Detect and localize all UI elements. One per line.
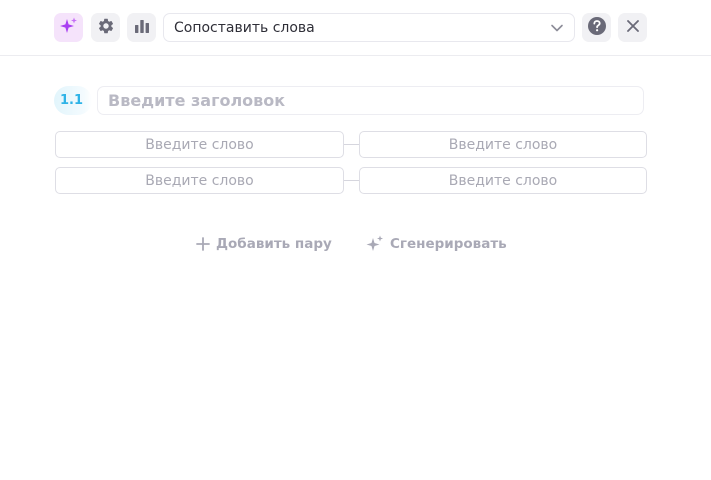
card-title-input[interactable]	[97, 86, 644, 115]
generate-button[interactable]: Сгенерировать	[365, 233, 507, 255]
generate-label: Сгенерировать	[390, 236, 507, 252]
activity-type-select[interactable]: Сопоставить слова	[163, 13, 575, 42]
add-pair-button[interactable]: Добавить пару	[195, 233, 332, 255]
toolbar: Сопоставить слова	[0, 0, 711, 56]
plus-icon	[195, 236, 211, 252]
chevron-down-icon	[550, 22, 564, 38]
statistics-button[interactable]	[127, 13, 156, 42]
sparkle-icon	[59, 16, 79, 40]
pair-1-right-input[interactable]	[359, 131, 647, 158]
pair-2-connector	[344, 180, 359, 181]
help-icon	[587, 16, 607, 40]
activity-type-value: Сопоставить слова	[174, 19, 315, 36]
close-icon	[625, 18, 641, 38]
gear-icon	[97, 17, 115, 39]
bar-chart-icon	[133, 17, 151, 39]
pair-1-connector	[344, 144, 359, 145]
ai-assistant-button[interactable]	[54, 13, 83, 42]
close-button[interactable]	[618, 13, 647, 42]
pair-1-left-input[interactable]	[55, 131, 344, 158]
settings-button[interactable]	[91, 13, 120, 42]
sparkle-icon	[365, 234, 385, 254]
help-button[interactable]	[582, 13, 611, 42]
card-number-badge: 1.1	[54, 86, 92, 115]
pair-2-left-input[interactable]	[55, 167, 344, 194]
add-pair-label: Добавить пару	[216, 236, 332, 252]
pair-2-right-input[interactable]	[359, 167, 647, 194]
